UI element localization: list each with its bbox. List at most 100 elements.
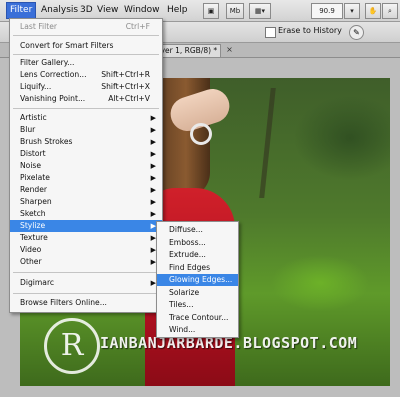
- menu-help[interactable]: Help: [164, 3, 191, 18]
- menu-item-shortcut: Alt+Ctrl+V: [108, 94, 150, 103]
- menu-item-shortcut: Shift+Ctrl+X: [101, 82, 150, 91]
- menu-item-label: Brush Strokes: [20, 137, 73, 146]
- menu-item-browse-filters-online[interactable]: Browse Filters Online...: [10, 297, 162, 309]
- menu-item-pixelate[interactable]: Pixelate ▶: [10, 172, 162, 184]
- menu-item-label: Browse Filters Online...: [20, 298, 107, 307]
- submenu-item-tiles[interactable]: Tiles...: [157, 299, 238, 311]
- stylize-submenu: Diffuse... Emboss... Extrude... Find Edg…: [156, 221, 239, 338]
- close-tab-icon[interactable]: ×: [225, 45, 234, 54]
- filter-menu: Last Filter Ctrl+F Convert for Smart Fil…: [9, 18, 163, 313]
- menu-separator: [13, 35, 159, 36]
- menu-item-liquify[interactable]: Liquify... Shift+Ctrl+X: [10, 81, 162, 93]
- submenu-item-solarize[interactable]: Solarize: [157, 287, 238, 299]
- submenu-item-label: Wind...: [169, 325, 196, 334]
- submenu-arrow-icon: ▶: [150, 186, 156, 194]
- submenu-arrow-icon: ▶: [150, 210, 156, 218]
- menu-item-label: Noise: [20, 161, 42, 170]
- menu-item-digimarc[interactable]: Digimarc ▶: [10, 277, 162, 289]
- submenu-arrow-icon: ▶: [150, 126, 156, 134]
- menu-item-label: Lens Correction...: [20, 70, 87, 79]
- submenu-item-wind[interactable]: Wind...: [157, 324, 238, 336]
- menu-view[interactable]: View: [94, 3, 121, 18]
- erase-to-history-checkbox[interactable]: [265, 27, 276, 38]
- menu-item-vanishing-point[interactable]: Vanishing Point... Alt+Ctrl+V: [10, 93, 162, 105]
- menu-item-shortcut: Ctrl+F: [125, 22, 150, 31]
- menu-item-filter-gallery[interactable]: Filter Gallery...: [10, 57, 162, 69]
- zoom-tool-icon[interactable]: ⌕: [382, 3, 398, 19]
- mini-bridge-button[interactable]: Mb: [226, 3, 244, 19]
- submenu-item-label: Find Edges: [169, 262, 211, 272]
- menu-item-other[interactable]: Other ▶: [10, 256, 162, 268]
- menu-separator: [13, 293, 159, 294]
- menu-item-sketch[interactable]: Sketch ▶: [10, 208, 162, 220]
- submenu-item-label: Diffuse...: [169, 225, 203, 234]
- menu-item-label: Sketch: [20, 209, 46, 218]
- menu-item-lens-correction[interactable]: Lens Correction... Shift+Ctrl+R: [10, 69, 162, 81]
- submenu-item-extrude[interactable]: Extrude...: [157, 249, 238, 261]
- submenu-arrow-icon: ▶: [150, 174, 156, 182]
- bracelet: [190, 123, 212, 145]
- menu-item-sharpen[interactable]: Sharpen ▶: [10, 196, 162, 208]
- submenu-item-trace-contour[interactable]: Trace Contour...: [157, 312, 238, 324]
- submenu-item-diffuse[interactable]: Diffuse...: [157, 224, 238, 236]
- watermark-logo: R: [44, 318, 100, 374]
- submenu-item-emboss[interactable]: Emboss...: [157, 237, 238, 249]
- menu-item-label: Blur: [20, 125, 36, 134]
- menu-item-label: Artistic: [20, 113, 47, 122]
- submenu-item-label: Extrude...: [169, 250, 206, 259]
- zoom-dropdown-icon[interactable]: ▾: [344, 3, 360, 19]
- menu-item-stylize[interactable]: Stylize ▶: [10, 220, 162, 232]
- zoom-field[interactable]: 90.9: [311, 3, 343, 19]
- menu-item-label: Stylize: [20, 221, 46, 230]
- menu-item-label: Video: [20, 245, 42, 254]
- menu-item-label: Convert for Smart Filters: [20, 41, 114, 50]
- submenu-item-label: Emboss...: [169, 237, 206, 247]
- menu-item-noise[interactable]: Noise ▶: [10, 160, 162, 172]
- menu-item-label: Sharpen: [20, 197, 52, 206]
- menu-item-video[interactable]: Video ▶: [10, 244, 162, 256]
- menu-item-brush-strokes[interactable]: Brush Strokes ▶: [10, 136, 162, 148]
- menu-item-texture[interactable]: Texture ▶: [10, 232, 162, 244]
- menu-item-last-filter[interactable]: Last Filter Ctrl+F: [10, 21, 162, 33]
- menu-filter[interactable]: Filter: [6, 2, 37, 19]
- submenu-item-label: Trace Contour...: [169, 312, 229, 322]
- menu-item-label: Last Filter: [20, 22, 58, 31]
- menu-item-label: Distort: [20, 149, 46, 158]
- submenu-arrow-icon: ▶: [150, 150, 156, 158]
- menu-item-label: Texture: [20, 233, 48, 242]
- menu-item-label: Filter Gallery...: [20, 58, 75, 67]
- submenu-item-label: Glowing Edges...: [169, 275, 233, 284]
- extras-dropdown[interactable]: ▦▾: [249, 3, 271, 19]
- erase-to-history-label: Erase to History: [278, 26, 342, 35]
- menu-item-convert-smart-filters[interactable]: Convert for Smart Filters: [10, 40, 162, 52]
- menu-item-distort[interactable]: Distort ▶: [10, 148, 162, 160]
- menu-analysis[interactable]: Analysis: [38, 3, 81, 18]
- menu-item-label: Pixelate: [20, 173, 50, 182]
- tree-trunk: [259, 88, 276, 198]
- bridge-icon[interactable]: ▣: [203, 3, 219, 19]
- submenu-arrow-icon: ▶: [150, 162, 156, 170]
- submenu-item-label: Tiles...: [169, 300, 194, 309]
- menu-window[interactable]: Window: [121, 3, 163, 18]
- submenu-item-glowing-edges[interactable]: Glowing Edges...: [157, 274, 238, 286]
- submenu-arrow-icon: ▶: [150, 198, 156, 206]
- photoshop-window: Filter Analysis 3D View Window Help ▣ Mb…: [0, 0, 400, 397]
- menu-item-blur[interactable]: Blur ▶: [10, 124, 162, 136]
- menu-item-label: Other: [20, 257, 42, 266]
- airbrush-icon[interactable]: ✎: [349, 25, 364, 40]
- submenu-item-label: Solarize: [169, 287, 200, 297]
- menu-item-label: Liquify...: [20, 82, 52, 91]
- submenu-arrow-icon: ▶: [150, 138, 156, 146]
- submenu-arrow-icon: ▶: [150, 114, 156, 122]
- menu-item-label: Render: [20, 185, 48, 194]
- menu-separator: [13, 272, 159, 273]
- submenu-item-find-edges[interactable]: Find Edges: [157, 262, 238, 274]
- menu-item-artistic[interactable]: Artistic ▶: [10, 112, 162, 124]
- menu-item-label: Vanishing Point...: [20, 94, 86, 103]
- menu-separator: [13, 108, 159, 109]
- menu-3d[interactable]: 3D: [77, 3, 96, 18]
- menu-item-render[interactable]: Render ▶: [10, 184, 162, 196]
- hand-tool-icon[interactable]: ✋: [365, 3, 381, 19]
- menu-item-label: Digimarc: [20, 278, 55, 287]
- menu-separator: [13, 54, 159, 55]
